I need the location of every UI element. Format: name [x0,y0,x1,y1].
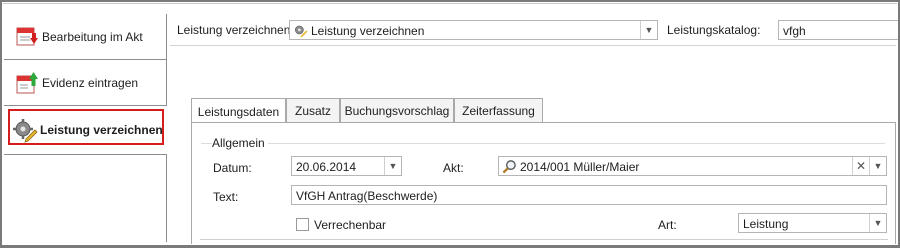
sidebar-item-label: Bearbeitung im Akt [42,29,143,44]
leistung-label: Leistung verzeichnen: [177,23,294,37]
katalog-label: Leistungskatalog: [667,23,761,37]
top-edge [3,3,897,4]
katalog-value: vfgh [783,24,806,38]
sidebar-item-label: Leistung verzeichnen [40,123,163,137]
tab-label: Leistungsdaten [197,104,280,119]
tab-label: Zeiterfassung [462,103,535,118]
group-divider [201,143,885,144]
top-toolbar: Leistung verzeichnen: Leistung verzeichn… [170,14,898,46]
chevron-down-icon[interactable]: ▼ [869,214,886,232]
tab-label: Zusatz [294,103,331,118]
text-field[interactable]: VfGH Antrag(Beschwerde) [291,185,887,205]
chevron-down-icon[interactable]: ▼ [384,157,401,175]
group-title: Allgemein [212,136,268,150]
gear-pencil-icon [13,119,38,143]
chevron-down-icon[interactable]: ▼ [869,157,886,175]
datum-label: Datum: [213,161,252,175]
tab-zeiterfassung[interactable]: Zeiterfassung [454,98,543,122]
detail-tabs: Leistungsdaten Zusatz Buchungsvorschlag … [191,98,896,244]
calendar-arrow-down-icon [16,27,38,45]
clear-icon[interactable]: ✕ [852,157,869,175]
sidebar-item-label: Evidenz eintragen [42,75,139,90]
akt-field[interactable]: 2014/001 Müller/Maier ✕ ▼ [498,156,887,176]
akt-value: 2014/001 Müller/Maier [520,160,640,174]
tab-content: Allgemein Datum: 20.06.2014 ▼ Akt: 2014/… [191,122,896,244]
panel-bottom-line [200,239,888,240]
search-icon[interactable] [502,159,517,174]
verrechenbar-checkbox[interactable] [296,218,309,231]
sidebar: Bearbeitung im Akt Evidenz eintragen Lei… [4,14,167,242]
sidebar-item-evidenz[interactable]: Evidenz eintragen [4,60,167,106]
calendar-arrow-up-icon [16,71,38,93]
tab-leistungsdaten[interactable]: Leistungsdaten [191,98,286,124]
tab-buchungsvorschlag[interactable]: Buchungsvorschlag [340,98,454,122]
sidebar-item-leistung[interactable]: Leistung verzeichnen [4,106,167,154]
verrechenbar-label: Verrechenbar [314,218,387,232]
gear-pencil-icon [295,25,308,38]
tab-label: Buchungsvorschlag [344,103,450,118]
leistung-select[interactable]: Leistung verzeichnen ▼ [289,20,658,40]
datum-value: 20.06.2014 [296,160,357,174]
art-label: Art: [658,218,677,232]
tab-zusatz[interactable]: Zusatz [286,98,340,122]
sidebar-item-bearbeitung[interactable]: Bearbeitung im Akt [4,14,167,60]
art-select[interactable]: Leistung ▼ [738,213,887,233]
leistung-select-value: Leistung verzeichnen [311,24,425,38]
art-value: Leistung [743,217,789,231]
datum-field[interactable]: 20.06.2014 ▼ [291,156,402,176]
chevron-down-icon[interactable]: ▼ [640,21,657,39]
text-label: Text: [213,190,239,204]
text-value: VfGH Antrag(Beschwerde) [296,189,438,203]
sidebar-divider [4,154,167,155]
katalog-field[interactable]: vfgh [778,20,898,40]
akt-label: Akt: [443,161,464,175]
